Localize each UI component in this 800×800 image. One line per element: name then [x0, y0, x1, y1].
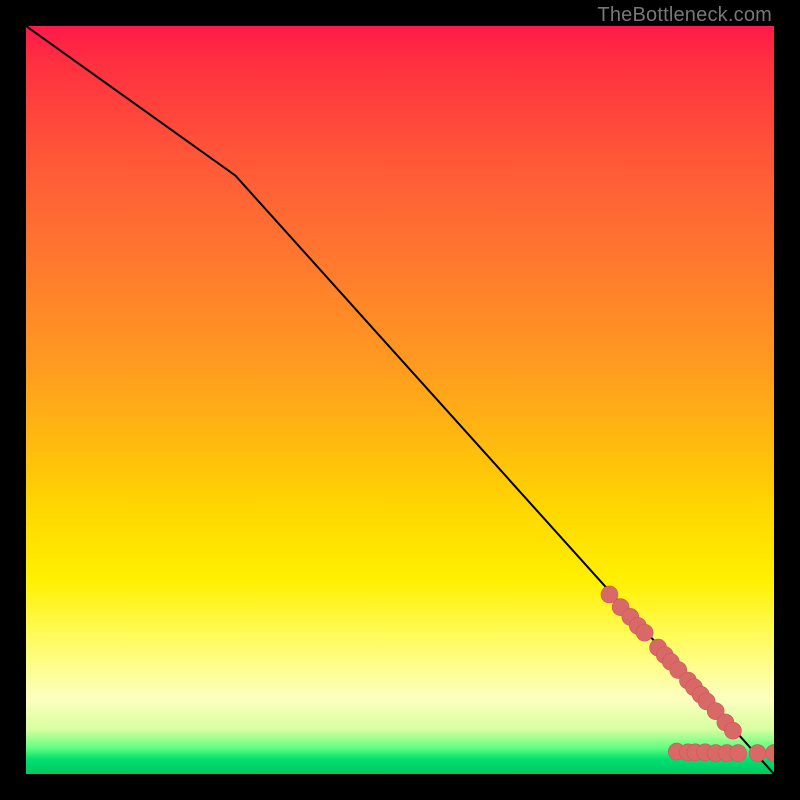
data-marker [749, 745, 766, 762]
data-marker [724, 722, 741, 739]
chart-container: TheBottleneck.com [0, 0, 800, 800]
data-marker [766, 745, 775, 762]
attribution-label: TheBottleneck.com [597, 4, 772, 27]
marker-group [601, 586, 774, 762]
data-marker [730, 745, 747, 762]
plot-area [26, 26, 774, 774]
chart-overlay [26, 26, 774, 774]
data-marker [636, 624, 653, 641]
